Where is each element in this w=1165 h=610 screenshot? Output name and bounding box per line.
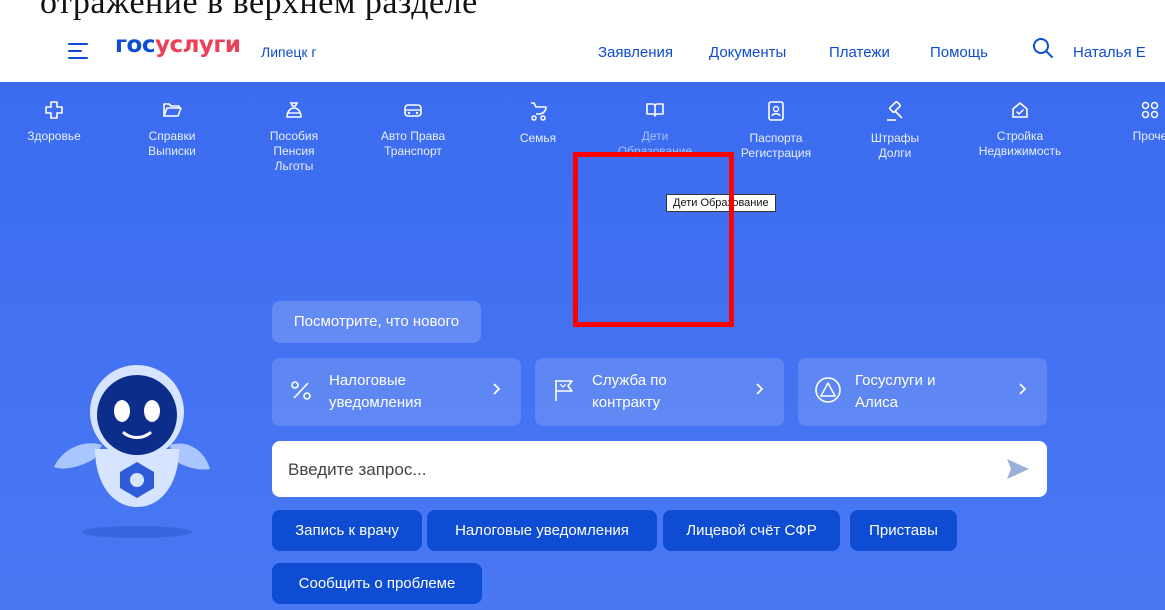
robot-mascot <box>54 365 210 538</box>
card-alice[interactable]: Госуслуги и Алиса <box>798 358 1047 426</box>
chevron-right-icon <box>1019 383 1027 395</box>
nav-documents[interactable]: Документы <box>709 44 786 61</box>
nav-applications[interactable]: Заявления <box>598 44 673 61</box>
health-cross-icon <box>45 101 63 119</box>
folder-icon <box>163 103 182 117</box>
category-label: Проче <box>1132 129 1165 143</box>
category-label: Пособия Пенсия Льготы <box>269 129 319 173</box>
chip-tax-notifications[interactable]: Налоговые уведомления <box>427 510 657 551</box>
caption-text: отражение в верхнем разделе <box>40 0 478 21</box>
money-bag-icon <box>286 102 302 118</box>
category-passports[interactable]: Паспорта Регистрация <box>716 100 836 161</box>
card-title: Служба по контракту <box>592 372 667 411</box>
whats-new-button[interactable]: Посмотрите, что нового <box>272 301 481 343</box>
passport-icon <box>768 101 784 121</box>
category-fines[interactable]: Штрафы Долги <box>835 100 955 161</box>
car-icon <box>404 104 422 117</box>
percent-icon <box>291 381 311 400</box>
nav-payments[interactable]: Платежи <box>829 44 890 61</box>
category-label: Паспорта Регистрация <box>740 131 812 160</box>
chip-sfr-account[interactable]: Лицевой счёт СФР <box>663 510 840 551</box>
category-benefits[interactable]: Пособия Пенсия Льготы <box>234 100 354 174</box>
card-contract-service[interactable]: Служба по контракту <box>535 358 784 426</box>
highlight-box <box>573 152 734 327</box>
gavel-icon <box>887 100 903 121</box>
category-label: Стройка Недвижимость <box>978 129 1062 158</box>
grid-icon <box>1141 101 1159 119</box>
search-input[interactable] <box>286 441 990 499</box>
gosuslugi-logo[interactable]: госуслуги <box>115 32 241 58</box>
flag-icon <box>555 380 573 401</box>
logo-part-1: гос <box>115 32 155 58</box>
category-family[interactable]: Семья <box>478 100 598 146</box>
card-title: Налоговые уведомления <box>329 372 422 411</box>
nav-help[interactable]: Помощь <box>930 44 988 61</box>
alice-icon <box>815 377 841 403</box>
chevron-right-icon <box>756 383 764 395</box>
stroller-icon <box>531 102 547 121</box>
category-children-education[interactable]: Дети Образование <box>595 100 715 159</box>
chevron-right-icon <box>493 383 501 395</box>
logo-part-2: услуги <box>154 32 241 58</box>
top-caption: отражение в верхнем разделе <box>0 0 1165 26</box>
category-label: Справки Выписки <box>148 129 196 158</box>
card-tax-notifications[interactable]: Налоговые уведомления <box>272 358 521 426</box>
chip-doctor-appointment[interactable]: Запись к врачу <box>272 510 422 551</box>
card-title: Госуслуги и Алиса <box>855 372 936 411</box>
chip-report-problem[interactable]: Сообщить о проблеме <box>272 563 482 604</box>
search-box <box>272 441 1047 499</box>
house-icon <box>1012 102 1028 118</box>
category-other[interactable]: Проче <box>1090 100 1165 144</box>
category-health[interactable]: Здоровье <box>0 100 114 144</box>
category-label: Здоровье <box>27 129 81 143</box>
hero-section: Здоровье Справки Выписки Пособия Пенсия … <box>0 82 1165 610</box>
search-icon[interactable] <box>1032 37 1054 59</box>
chip-bailiffs[interactable]: Приставы <box>850 510 957 551</box>
category-label: Авто Права Транспорт <box>380 129 446 158</box>
category-realty[interactable]: Стройка Недвижимость <box>960 100 1080 159</box>
category-label: Семья <box>519 131 557 145</box>
category-certificates[interactable]: Справки Выписки <box>112 100 232 159</box>
category-auto[interactable]: Авто Права Транспорт <box>353 100 473 159</box>
site-header: госуслуги Липецк г Заявления Документы П… <box>0 26 1165 82</box>
book-icon <box>646 103 664 117</box>
user-profile-link[interactable]: Наталья Е <box>1073 44 1146 61</box>
menu-icon[interactable] <box>68 42 88 60</box>
category-label: Штрафы Долги <box>870 131 920 160</box>
city-selector[interactable]: Липецк г <box>261 44 317 60</box>
send-icon[interactable] <box>1006 458 1030 480</box>
